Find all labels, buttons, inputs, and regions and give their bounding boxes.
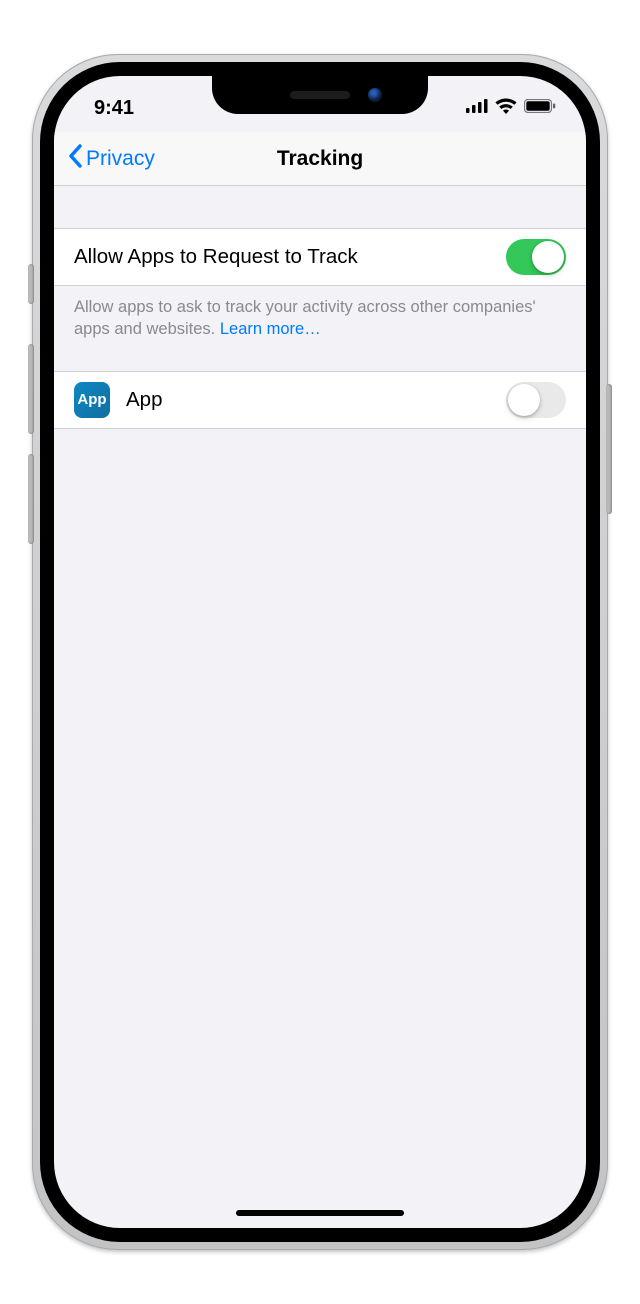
home-indicator[interactable] (236, 1210, 404, 1216)
wifi-icon (495, 98, 517, 119)
speaker-grille (290, 91, 350, 99)
status-icons (466, 90, 556, 119)
front-camera (368, 88, 382, 102)
power-button (606, 384, 612, 514)
chevron-left-icon (68, 144, 82, 174)
battery-icon (524, 99, 556, 118)
volume-down-button (28, 454, 34, 544)
status-time: 9:41 (84, 89, 134, 120)
learn-more-link[interactable]: Learn more… (220, 320, 321, 338)
nav-bar: Privacy Tracking (54, 132, 586, 186)
app-tracking-row: App App (54, 371, 586, 429)
toggle-knob (508, 384, 540, 416)
back-label: Privacy (86, 147, 155, 171)
back-button[interactable]: Privacy (68, 144, 155, 174)
app-icon: App (74, 382, 110, 418)
silence-switch (28, 264, 34, 304)
page-title: Tracking (277, 147, 363, 171)
device-frame: 9:41 (32, 54, 608, 1250)
allow-tracking-cell: Allow Apps to Request to Track (54, 228, 586, 286)
cellular-icon (466, 99, 488, 118)
content: Allow Apps to Request to Track Allow app… (54, 186, 586, 429)
app-tracking-toggle[interactable] (506, 382, 566, 418)
section-footer: Allow apps to ask to track your activity… (54, 286, 586, 371)
screen: 9:41 (54, 76, 586, 1228)
notch (212, 76, 428, 114)
allow-tracking-toggle[interactable] (506, 239, 566, 275)
app-name-label: App (126, 388, 506, 412)
toggle-knob (532, 241, 564, 273)
volume-up-button (28, 344, 34, 434)
allow-tracking-label: Allow Apps to Request to Track (74, 245, 506, 269)
